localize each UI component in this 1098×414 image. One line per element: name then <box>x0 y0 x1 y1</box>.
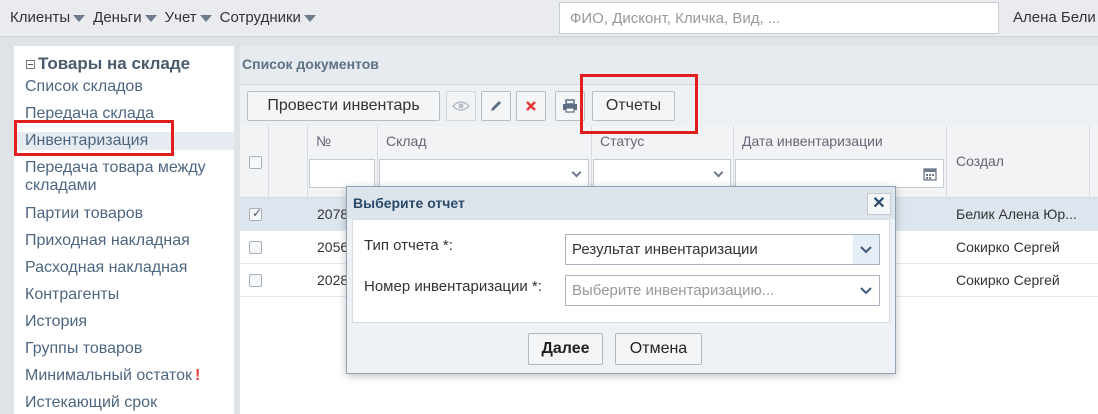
sidebar-item-batches[interactable]: Партии товаров <box>25 205 143 223</box>
sidebar-item-goods-transfer-cont[interactable]: складами <box>25 177 97 195</box>
dialog-body: Тип отчета *: Результат инвентаризации Н… <box>352 219 890 323</box>
column-header-creator[interactable]: Создал <box>956 153 1004 169</box>
sidebar-section-title[interactable]: Товары на складе <box>26 54 190 74</box>
highlight-box <box>14 120 174 156</box>
nav-accounting[interactable]: Учет <box>165 9 212 26</box>
sidebar-item-goods-transfer[interactable]: Передача товара между <box>25 159 206 177</box>
sidebar-item-contractors[interactable]: Контрагенты <box>25 286 119 304</box>
top-nav: Клиенты Деньги Учет Сотрудники <box>10 9 320 26</box>
conduct-inventory-button[interactable]: Провести инвентарь <box>247 91 440 121</box>
sidebar-item-expiring[interactable]: Истекающий срок <box>25 394 157 412</box>
next-button[interactable]: Далее <box>528 333 603 365</box>
chevron-down-icon[interactable] <box>853 235 879 264</box>
inventory-number-select[interactable]: Выберите инвентаризацию... <box>565 275 880 306</box>
dialog-close-button[interactable]: ✕ <box>867 193 891 215</box>
chevron-down-icon[interactable] <box>853 276 879 305</box>
collapse-icon[interactable] <box>26 59 35 69</box>
date-filter-input[interactable] <box>735 159 944 188</box>
close-icon: ✕ <box>872 195 886 212</box>
top-bar: Клиенты Деньги Учет Сотрудники Алена Бел… <box>0 0 1098 37</box>
row-checkbox[interactable] <box>249 274 262 287</box>
highlight-box <box>580 74 698 134</box>
dialog-title: Выберите отчет <box>353 195 465 211</box>
eye-icon <box>452 101 470 111</box>
column-header-date[interactable]: Дата инвентаризации <box>742 133 883 149</box>
alert-icon: ! <box>194 367 201 384</box>
calendar-icon <box>923 168 937 181</box>
dialog-header: Выберите отчет ✕ <box>347 187 895 219</box>
select-all-checkbox[interactable] <box>249 156 262 169</box>
number-filter-input[interactable] <box>309 159 375 188</box>
sidebar-item-product-groups[interactable]: Группы товаров <box>25 340 142 358</box>
pencil-icon <box>491 101 501 111</box>
delete-button[interactable] <box>516 91 546 121</box>
view-button[interactable] <box>446 91 476 121</box>
nav-employees[interactable]: Сотрудники <box>220 9 316 26</box>
check-icon: ✓ <box>252 206 263 220</box>
chevron-down-icon <box>303 15 316 22</box>
chevron-down-icon <box>713 167 724 178</box>
chevron-down-icon <box>144 15 157 22</box>
inventory-number-label: Номер инвентаризации *: <box>364 278 542 295</box>
column-header-number[interactable]: № <box>316 133 331 149</box>
chevron-down-icon <box>199 15 212 22</box>
page-title: Список документов <box>242 56 379 72</box>
sidebar-item-warehouses[interactable]: Список складов <box>25 78 143 96</box>
column-header-status[interactable]: Статус <box>600 133 644 149</box>
user-name[interactable]: Алена Бели <box>1013 9 1096 26</box>
column-header-warehouse[interactable]: Склад <box>386 133 427 149</box>
sidebar-item-history[interactable]: История <box>25 313 87 331</box>
report-type-label: Тип отчета *: <box>364 237 453 254</box>
select-report-dialog: Выберите отчет ✕ Тип отчета *: Результат… <box>346 186 896 374</box>
sidebar-item-expense-invoice[interactable]: Расходная накладная <box>25 259 187 277</box>
chevron-down-icon <box>571 167 582 178</box>
search-input[interactable] <box>559 2 999 34</box>
row-checkbox[interactable] <box>249 241 262 254</box>
row-checkbox[interactable]: ✓ <box>249 206 263 221</box>
sidebar-item-min-stock[interactable]: Минимальный остаток! <box>25 367 200 385</box>
edit-button[interactable] <box>481 91 511 121</box>
status-filter-select[interactable] <box>593 159 731 188</box>
close-icon <box>526 101 536 111</box>
report-type-select[interactable]: Результат инвентаризации <box>565 234 880 265</box>
printer-icon <box>563 99 577 113</box>
chevron-down-icon <box>73 15 86 22</box>
warehouse-filter-select[interactable] <box>379 159 589 188</box>
sidebar-item-receipt-invoice[interactable]: Приходная накладная <box>25 232 190 250</box>
cancel-button[interactable]: Отмена <box>615 333 702 365</box>
nav-money[interactable]: Деньги <box>93 9 157 26</box>
sidebar: Товары на складе Список складов Передача… <box>14 46 234 414</box>
nav-clients[interactable]: Клиенты <box>10 9 86 26</box>
